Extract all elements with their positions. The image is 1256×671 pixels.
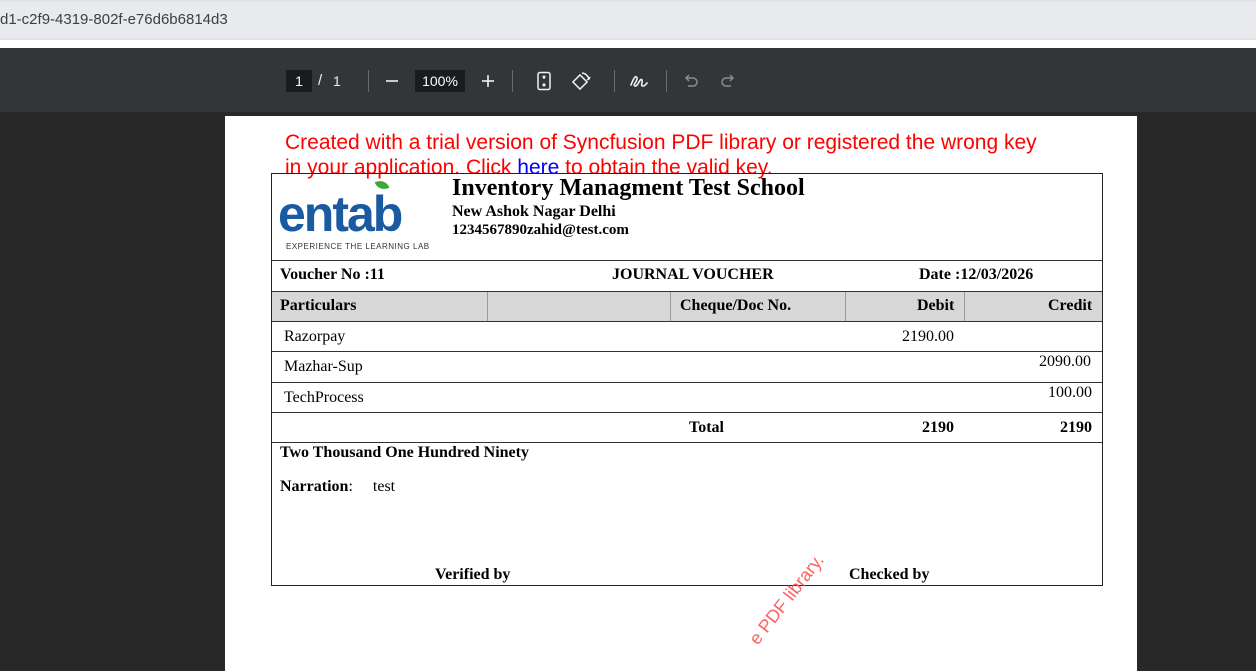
amount-in-words: Two Thousand One Hundred Ninety (280, 444, 529, 461)
school-address: New Ashok Nagar Delhi (452, 203, 616, 220)
redo-icon[interactable] (715, 68, 741, 94)
url-text: d1-c2f9-4319-802f-e76d6b6814d3 (0, 11, 228, 28)
total-debit: 2190 (922, 419, 954, 436)
verified-by: Verified by (435, 566, 511, 583)
row-particulars: Razorpay (284, 328, 346, 345)
toolbar-divider (614, 70, 615, 92)
fit-page-icon[interactable] (531, 68, 557, 94)
voucher-box: entab EXPERIENCE THE LEARNING LAB Invent… (271, 173, 1103, 586)
logo-wordmark: entab (278, 186, 403, 242)
trial-notice-line1: Created with a trial version of Syncfusi… (285, 131, 1037, 154)
narration-colon: : (348, 478, 353, 495)
voucher-number: Voucher No :11 (280, 266, 385, 283)
voucher-date: Date :12/03/2026 (919, 266, 1034, 283)
header-credit: Credit (1048, 297, 1093, 314)
total-pages: 1 (333, 73, 341, 89)
pdf-page: Created with a trial version of Syncfusi… (225, 116, 1137, 671)
logo-tagline: EXPERIENCE THE LEARNING LAB (286, 242, 430, 251)
zoom-in-icon[interactable] (475, 68, 501, 94)
divider (272, 442, 1102, 443)
divider (272, 321, 1102, 322)
row-credit: 100.00 (1048, 384, 1092, 401)
school-name: Inventory Managment Test School (452, 175, 805, 201)
toolbar-gap (0, 40, 1256, 48)
pdf-toolbar: 1 / 1 100% (0, 48, 1256, 112)
total-label: Total (689, 419, 724, 436)
divider (272, 351, 1102, 352)
column-divider (964, 292, 965, 321)
toolbar-divider (512, 70, 513, 92)
divider (272, 382, 1102, 383)
header-particulars: Particulars (280, 297, 357, 314)
address-bar: d1-c2f9-4319-802f-e76d6b6814d3 (0, 0, 1256, 40)
annotate-icon[interactable] (626, 68, 652, 94)
url-field[interactable]: d1-c2f9-4319-802f-e76d6b6814d3 (0, 2, 1256, 38)
current-page-input[interactable]: 1 (286, 70, 312, 92)
row-particulars: TechProcess (284, 389, 364, 406)
toolbar-divider (368, 70, 369, 92)
page-separator: / (318, 72, 323, 89)
checked-by: Checked by (849, 566, 930, 583)
row-credit: 2090.00 (1039, 353, 1091, 370)
row-particulars: Mazhar-Sup (284, 358, 363, 375)
school-contact: 1234567890zahid@test.com (452, 222, 629, 238)
total-credit: 2190 (1060, 419, 1092, 436)
narration-label: Narration (280, 478, 349, 495)
toolbar-divider (666, 70, 667, 92)
narration: Narration: test (280, 478, 395, 496)
column-divider (670, 292, 671, 321)
school-logo: entab EXPERIENCE THE LEARNING LAB (278, 178, 436, 252)
row-debit: 2190.00 (902, 328, 954, 345)
undo-icon[interactable] (678, 68, 704, 94)
voucher-type: JOURNAL VOUCHER (612, 266, 774, 283)
narration-value: test (372, 478, 396, 495)
column-divider (487, 292, 488, 321)
column-divider (845, 292, 846, 321)
rotate-icon[interactable] (568, 68, 594, 94)
header-cheque: Cheque/Doc No. (680, 297, 792, 314)
header-debit: Debit (917, 297, 955, 314)
zoom-out-icon[interactable] (379, 68, 405, 94)
divider (272, 260, 1102, 261)
divider (272, 412, 1102, 413)
zoom-level-input[interactable]: 100% (415, 70, 465, 92)
